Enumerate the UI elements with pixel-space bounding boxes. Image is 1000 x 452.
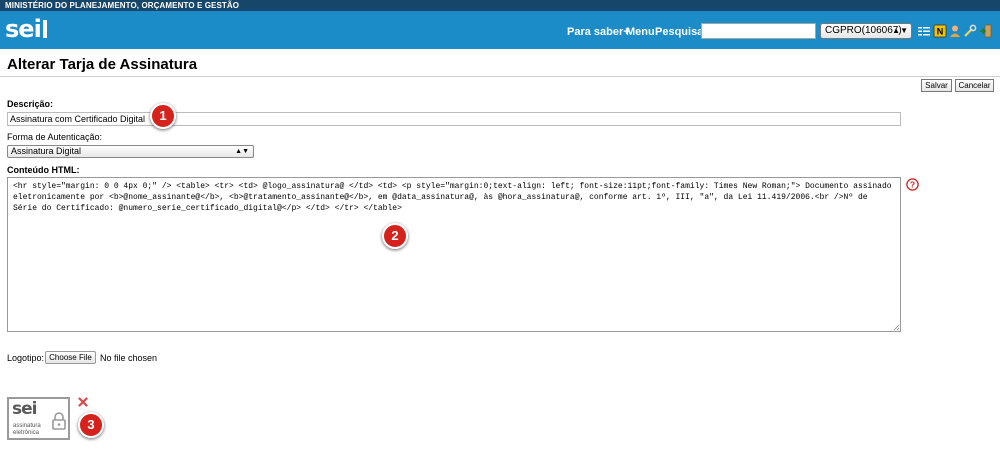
html-content-textarea[interactable]: <hr style="margin: 0 0 4px 0;" /> <table…: [7, 177, 901, 332]
unit-select[interactable]: CGPRO(106067) ▲▼: [820, 23, 912, 39]
search-input[interactable]: [701, 23, 816, 39]
list-icon[interactable]: [917, 24, 931, 38]
svg-text:N: N: [937, 27, 944, 37]
select-arrows-icon: ▲▼: [235, 148, 249, 155]
seal-line-1: assinatura: [13, 423, 41, 429]
cancel-button[interactable]: Cancelar: [955, 79, 994, 92]
file-status: No file chosen: [100, 353, 158, 363]
exit-icon[interactable]: [979, 24, 993, 38]
svg-text:?: ?: [910, 180, 915, 190]
descricao-input[interactable]: Assinatura com Certificado Digital: [7, 112, 901, 126]
help-icon[interactable]: ?: [906, 178, 919, 191]
choose-file-button[interactable]: Choose File: [45, 351, 96, 364]
seal-brand: sei: [12, 399, 38, 419]
remove-logo-icon[interactable]: [77, 396, 89, 408]
cancel-button-label: Cancelar: [958, 81, 991, 90]
lock-icon: [52, 412, 66, 430]
title-divider: [0, 76, 1000, 77]
callout-marker-3: 3: [78, 412, 104, 438]
notification-icon[interactable]: N: [933, 24, 947, 38]
tools-icon[interactable]: [963, 24, 977, 38]
select-arrows-icon: ▲▼: [892, 26, 908, 35]
sei-logo[interactable]: sei: [5, 16, 47, 42]
unit-select-value: CGPRO(106067): [825, 25, 902, 36]
descricao-value: Assinatura com Certificado Digital: [10, 114, 146, 124]
signature-seal-logo: sei assinatura eletrônica: [7, 397, 70, 440]
callout-marker-1: 1: [150, 103, 176, 129]
auth-select[interactable]: Assinatura Digital ▲▼: [7, 145, 254, 158]
auth-label: Forma de Autenticação:: [7, 132, 103, 142]
callout-marker-2: 2: [382, 223, 408, 249]
top-header: sei Para saber+ Menu Pesquisa CGPRO(1060…: [0, 11, 1000, 49]
save-button[interactable]: Salvar: [921, 79, 952, 92]
link-pesquisa[interactable]: Pesquisa: [655, 26, 703, 38]
link-para-saber[interactable]: Para saber+: [567, 26, 630, 38]
html-label: Conteúdo HTML:: [7, 165, 80, 175]
logo-text: sei: [5, 15, 42, 43]
resize-grip-icon[interactable]: [892, 323, 900, 331]
ministry-bar: MINISTÉRIO DO PLANEJAMENTO, ORÇAMENTO E …: [0, 0, 1000, 11]
seal-line-2: eletrônica: [13, 430, 40, 436]
link-menu[interactable]: Menu: [626, 26, 655, 38]
page-title: Alterar Tarja de Assinatura: [7, 56, 198, 73]
choose-file-label: Choose File: [49, 353, 92, 362]
descricao-label: Descrição:: [7, 99, 54, 109]
user-icon[interactable]: [948, 24, 962, 38]
save-button-label: Salvar: [925, 81, 948, 90]
auth-select-value: Assinatura Digital: [11, 146, 82, 156]
logotipo-label: Logotipo:: [7, 353, 45, 363]
